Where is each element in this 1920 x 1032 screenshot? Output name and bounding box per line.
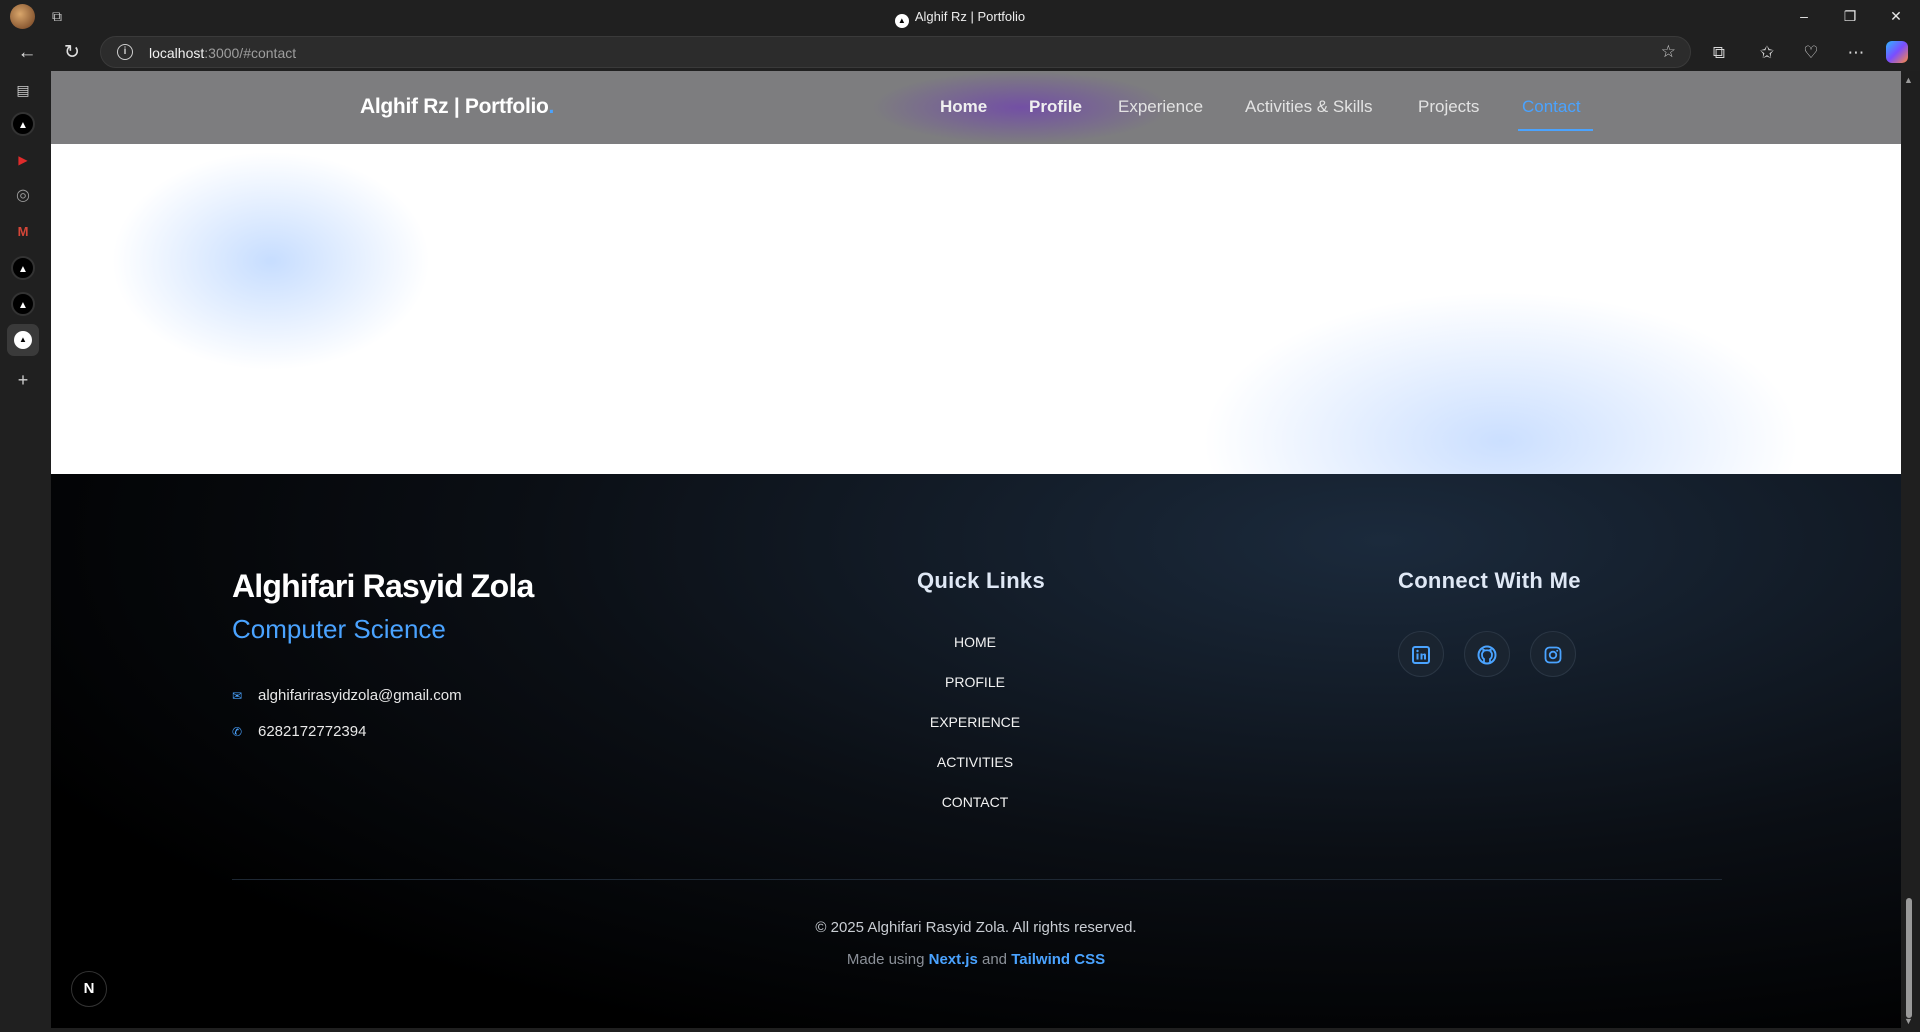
nav-link-home[interactable]: Home [940, 97, 987, 117]
mail-icon: ✉ [232, 689, 243, 703]
footer-phone[interactable]: ✆ 6282172772394 [232, 723, 366, 740]
url-text[interactable]: localhost:3000/#contact [149, 45, 296, 61]
more-options-icon[interactable]: ⋯ [1842, 39, 1870, 67]
sidebar-tab-nextjs-1[interactable]: ▲ [11, 112, 35, 136]
footer-role: Computer Science [232, 614, 446, 644]
extensions-icon[interactable]: ⧉ [1705, 39, 1733, 67]
footer-divider [232, 879, 1722, 880]
copyright-text: © 2025 Alghifari Rasyid Zola. All rights… [815, 919, 1137, 936]
back-arrow-icon[interactable]: ← [13, 39, 41, 67]
new-tab-plus-icon[interactable]: + [11, 368, 35, 392]
quick-link-profile[interactable]: PROFILE [875, 674, 1075, 690]
linkedin-icon [1412, 645, 1430, 664]
quick-link-home[interactable]: HOME [875, 634, 1075, 650]
scrollbar-thumb[interactable] [1906, 898, 1912, 1018]
scroll-down-arrow-icon[interactable]: ▼ [1904, 1016, 1913, 1026]
page-scrollbar[interactable]: ▲ ▼ [1901, 71, 1920, 1028]
browser-sidebar: ▤ ▲ ▶ ◎ M ▲ ▲ ▲ + [0, 71, 50, 1032]
vertical-tabs-icon[interactable]: ▤ [11, 78, 35, 102]
site-footer: Alghifari Rasyid Zola Computer Science ✉… [51, 474, 1901, 1028]
connect-title: Connect With Me [1398, 568, 1581, 593]
site-navbar: Alghif Rz | Portfolio. Home Profile Expe… [51, 71, 1901, 144]
footer-name: Alghifari Rasyid Zola [232, 568, 534, 604]
site-info-icon[interactable]: i [117, 44, 133, 60]
nav-link-profile[interactable]: Profile [1029, 97, 1082, 117]
sidebar-tab-gmail-icon[interactable]: M [11, 220, 35, 244]
made-using-text: Made using Next.js and Tailwind CSS [846, 951, 1106, 968]
nav-link-projects[interactable]: Projects [1418, 97, 1479, 117]
sidebar-tab-settings-icon[interactable]: ◎ [11, 184, 35, 208]
tailwind-link[interactable]: Tailwind CSS [1011, 951, 1105, 968]
instagram-icon [1544, 646, 1562, 664]
nextjs-dev-badge[interactable]: N [71, 971, 107, 1007]
close-button[interactable]: ✕ [1873, 0, 1919, 33]
window-title: ▲ Alghif Rz | Portfolio [0, 9, 1920, 28]
browser-essentials-icon[interactable]: ♡ [1797, 39, 1825, 67]
nextjs-link[interactable]: Next.js [929, 951, 978, 968]
sidebar-tab-youtube-icon[interactable]: ▶ [11, 148, 35, 172]
copilot-icon[interactable] [1886, 41, 1908, 63]
sidebar-tab-active[interactable]: ▲ [7, 324, 39, 356]
favorites-icon[interactable]: ✩ [1753, 39, 1781, 67]
site-favicon-icon: ▲ [894, 14, 909, 28]
nav-link-contact[interactable]: Contact [1522, 97, 1581, 117]
nav-link-activities-skills[interactable]: Activities & Skills [1245, 97, 1373, 117]
whatsapp-icon: ✆ [232, 725, 243, 739]
active-tab-favicon-icon: ▲ [14, 331, 32, 349]
footer-email[interactable]: ✉ alghifarirasyidzola@gmail.com [232, 687, 462, 704]
github-icon [1477, 645, 1497, 665]
page-viewport: Alghif Rz | Portfolio. Home Profile Expe… [51, 71, 1901, 1028]
linkedin-button[interactable] [1398, 631, 1444, 677]
sidebar-tab-nextjs-2[interactable]: ▲ [11, 256, 35, 280]
scroll-up-arrow-icon[interactable]: ▲ [1904, 75, 1913, 85]
browser-toolbar: ← ↻ i localhost:3000/#contact ☆ ⧉ ✩ ♡ ⋯ [0, 33, 1920, 71]
active-link-underline [1518, 129, 1593, 131]
quick-link-activities[interactable]: ACTIVITIES [875, 754, 1075, 770]
sidebar-tab-nextjs-3[interactable]: ▲ [11, 292, 35, 316]
nav-link-experience[interactable]: Experience [1118, 97, 1203, 117]
favorite-star-icon[interactable]: ☆ [1661, 42, 1676, 62]
restore-button[interactable]: ❐ [1827, 0, 1873, 33]
quick-link-contact[interactable]: CONTACT [875, 794, 1075, 810]
address-bar[interactable]: i localhost:3000/#contact ☆ [100, 36, 1691, 68]
minimize-button[interactable]: – [1781, 0, 1827, 33]
quick-links-title: Quick Links [917, 568, 1046, 593]
github-button[interactable] [1464, 631, 1510, 677]
refresh-icon[interactable]: ↻ [58, 39, 86, 67]
site-brand[interactable]: Alghif Rz | Portfolio. [360, 95, 554, 119]
browser-title-bar: ⧉ ▲ Alghif Rz | Portfolio – ❐ ✕ [0, 0, 1920, 33]
quick-link-experience[interactable]: EXPERIENCE [875, 714, 1075, 730]
instagram-button[interactable] [1530, 631, 1576, 677]
decorative-blob [111, 151, 431, 371]
decorative-blob [1201, 291, 1801, 474]
